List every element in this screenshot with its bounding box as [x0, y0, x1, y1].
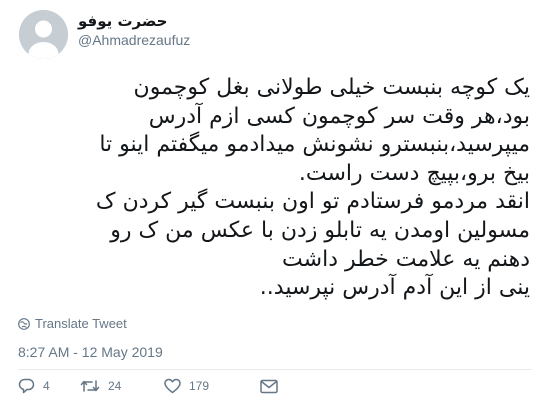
- tweet-line: ینی از این آدم آدرس نپرسید..: [259, 275, 530, 301]
- globe-icon: [18, 317, 30, 330]
- retweet-button[interactable]: 24: [80, 378, 164, 394]
- user-handle[interactable]: @Ahmadrezaufuz: [78, 31, 278, 49]
- divider: [18, 369, 532, 370]
- reply-icon: [18, 378, 35, 394]
- like-icon: [164, 378, 181, 394]
- tweet-text: یک کوچه بنبست خیلی طولانی بغل کوچمون بود…: [18, 74, 530, 303]
- tweet-timestamp[interactable]: 8:27 AM - 12 May 2019: [18, 344, 163, 360]
- translate-tweet-button[interactable]: Translate Tweet: [18, 316, 127, 331]
- direct-message-button[interactable]: [260, 379, 278, 394]
- tweet-line: مسولین اومدن یه تابلو زدن با عکس من ک رو: [110, 217, 530, 243]
- like-count: 179: [189, 379, 210, 393]
- reply-count: 4: [43, 379, 50, 393]
- tweet-line: یک کوچه بنبست خیلی طولانی بغل کوچمون: [133, 75, 530, 100]
- retweet-icon: [80, 380, 100, 392]
- translate-label: Translate Tweet: [35, 316, 127, 331]
- user-name-block[interactable]: حضرت یوفو @Ahmadrezaufuz: [78, 11, 278, 49]
- retweet-count: 24: [108, 379, 122, 393]
- tweet-line: بود،هر وقت سر کوچمون کسی ازم آدرس: [148, 103, 530, 129]
- like-button[interactable]: 179: [164, 378, 260, 394]
- display-name[interactable]: حضرت یوفو: [78, 11, 278, 31]
- message-icon: [260, 379, 278, 393]
- tweet-line: بیخ برو،بپیچ دست راست.: [298, 160, 530, 186]
- tweet-line: انقد مردمو فرستادم تو اون بنبست گیر کردن…: [95, 189, 530, 215]
- tweet-line: دهنم یه علامت خطر داشت: [282, 246, 530, 272]
- default-avatar-icon: [19, 10, 68, 59]
- avatar[interactable]: [19, 10, 68, 59]
- tweet-actions: 4 24 179: [18, 376, 278, 396]
- reply-button[interactable]: 4: [18, 378, 80, 394]
- tweet-line: میپرسید،بنبسترو نشونش میدادمو میگفتم این…: [99, 132, 530, 158]
